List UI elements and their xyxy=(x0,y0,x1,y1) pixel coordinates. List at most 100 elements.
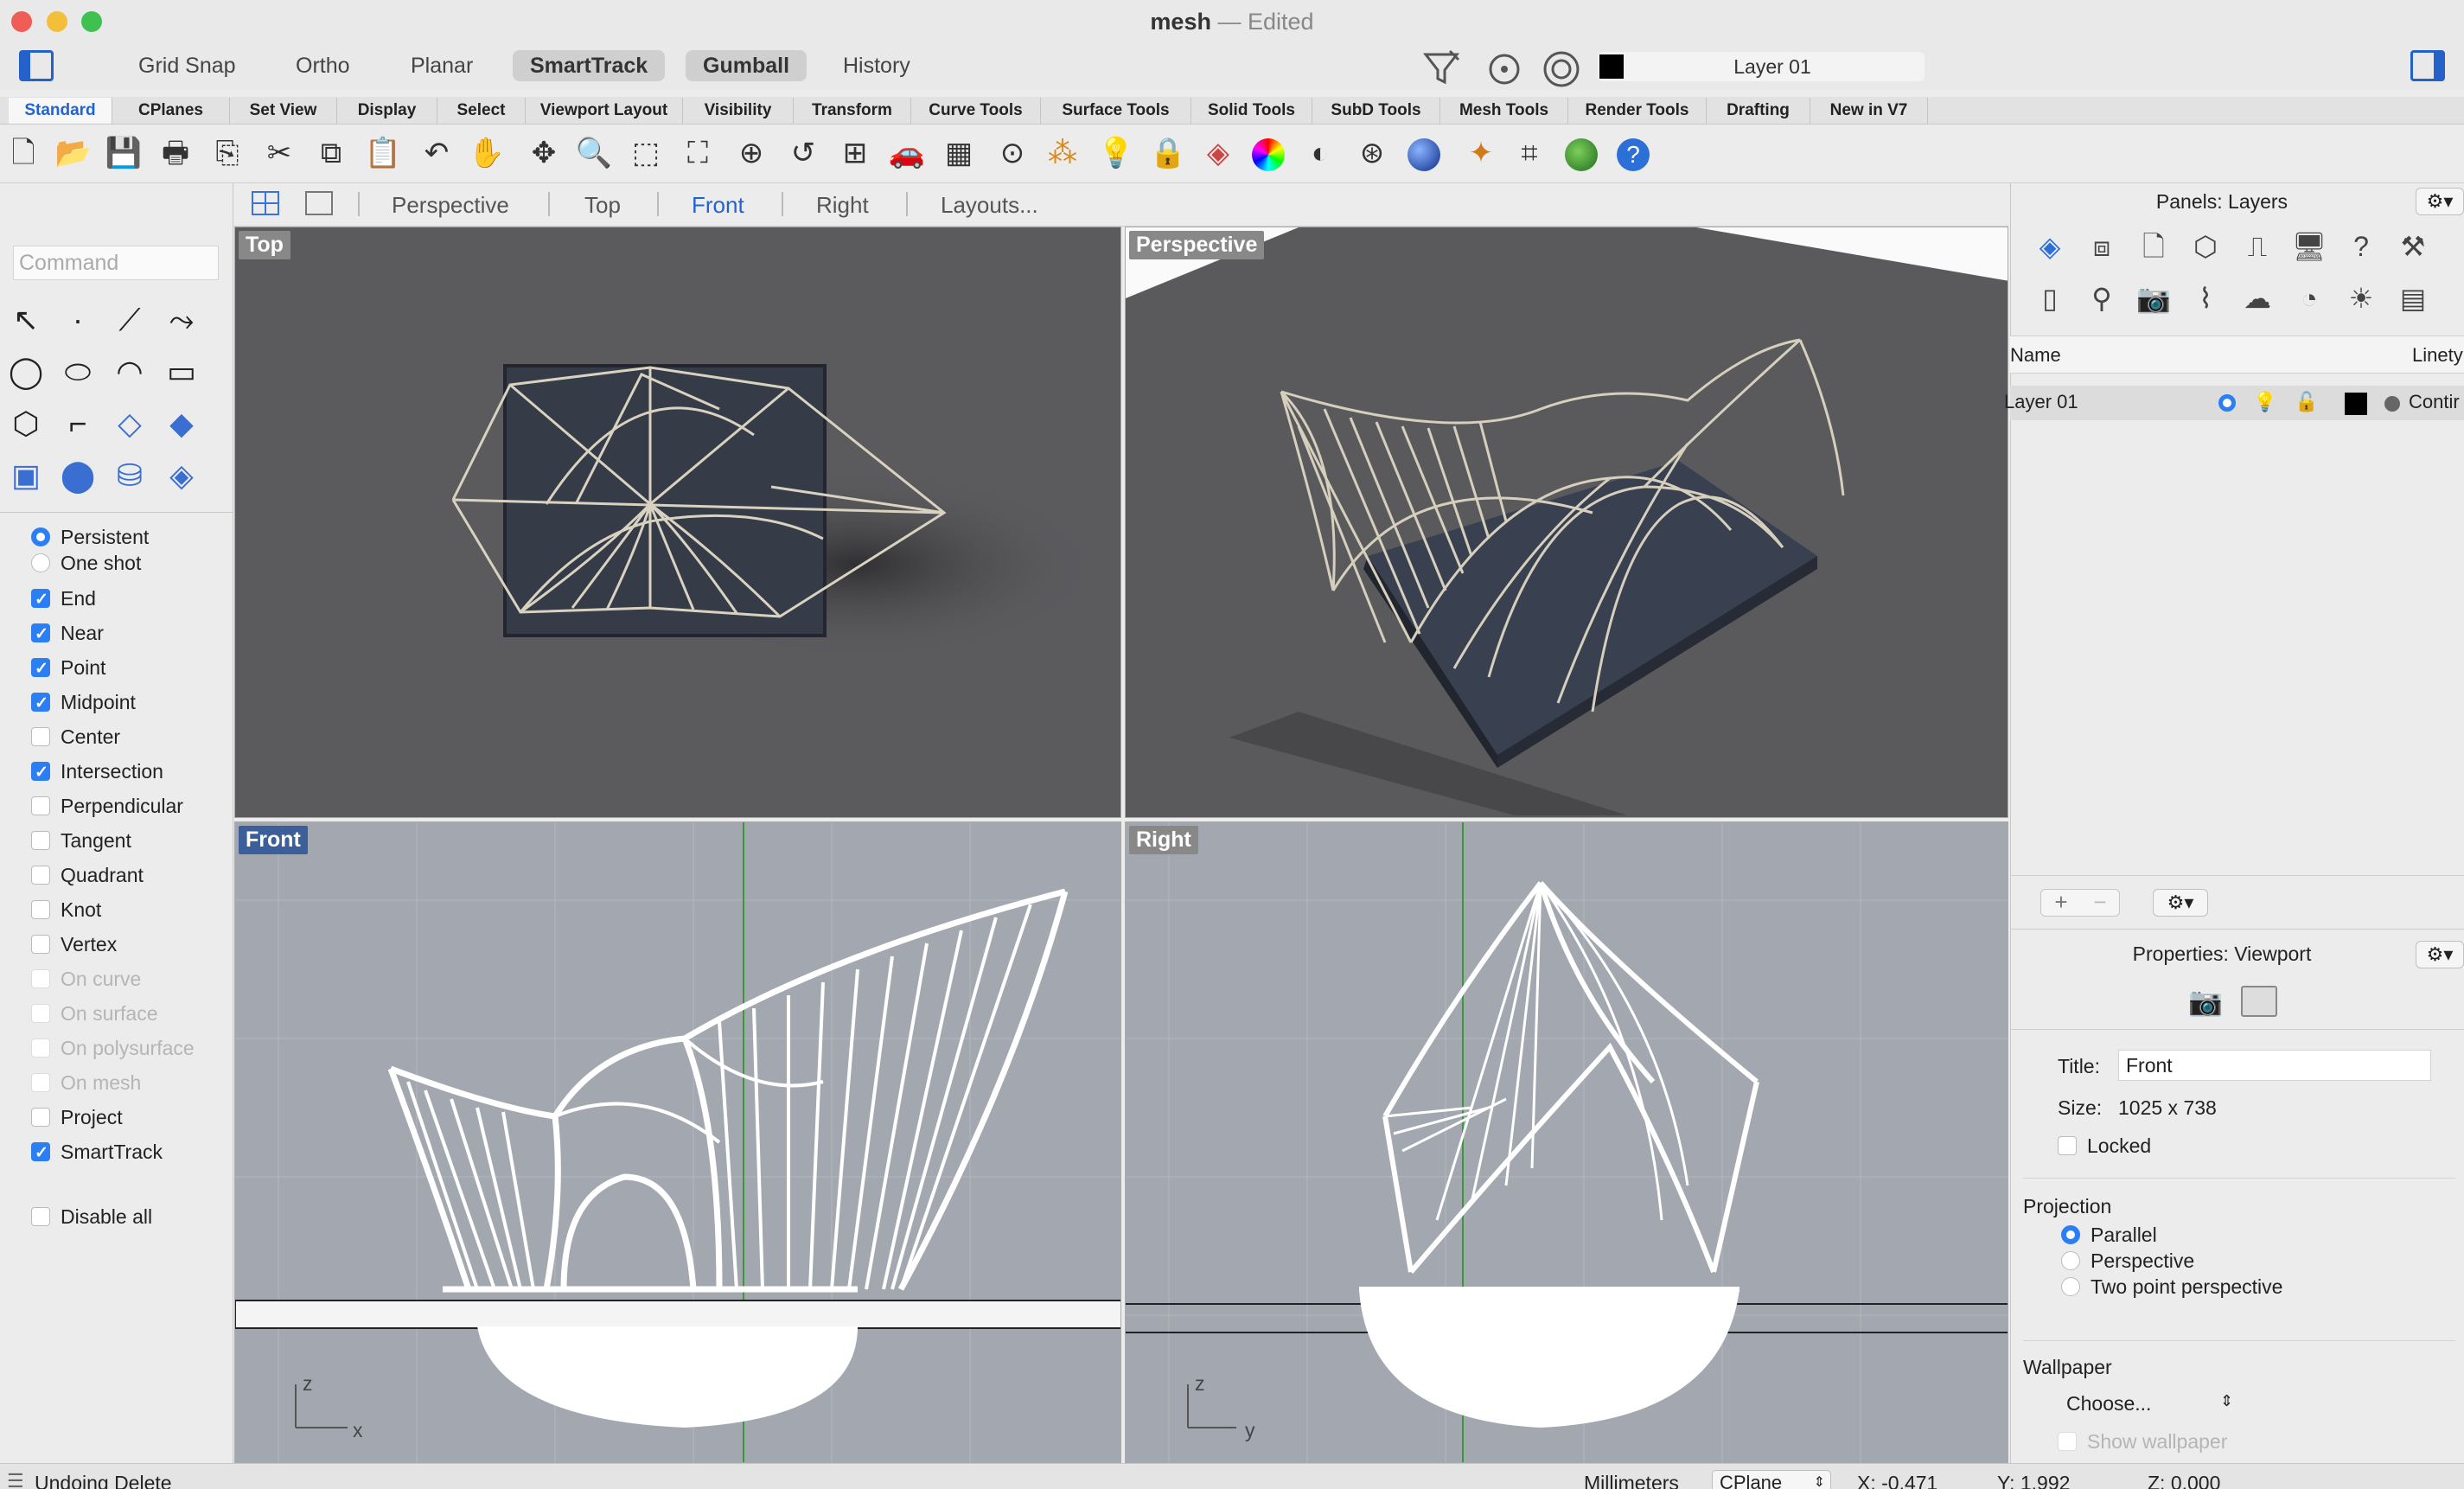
help-icon[interactable]: ? xyxy=(1613,133,1653,173)
mesh-tool-icon[interactable]: ◈ xyxy=(159,453,204,498)
checkbox-box[interactable] xyxy=(31,796,50,815)
box-tool-icon[interactable]: ▣ xyxy=(3,453,48,498)
layer-actions-gear-icon[interactable]: ⚙▾ xyxy=(2153,889,2208,917)
history-toggle[interactable]: History xyxy=(826,50,928,81)
gumball-toggle[interactable]: Gumball xyxy=(686,50,808,81)
checkbox-box[interactable] xyxy=(31,1073,50,1092)
sidebar-right-toggle-icon[interactable] xyxy=(2410,50,2445,81)
tab-drafting[interactable]: Drafting xyxy=(1707,98,1810,124)
selection-filter-icon[interactable] xyxy=(1422,48,1462,87)
materials-panel-icon[interactable]: ⌇ xyxy=(2186,278,2225,318)
history-list-icon[interactable]: ☰ xyxy=(7,1470,24,1489)
rendered-sphere-icon[interactable] xyxy=(1404,133,1444,173)
tab-surface-tools[interactable]: Surface Tools xyxy=(1041,98,1191,124)
layers-panel-icon[interactable]: ◈ xyxy=(2030,227,2070,266)
point-tool-icon[interactable]: · xyxy=(55,297,100,342)
help-panel-icon[interactable]: ? xyxy=(2341,227,2381,266)
rectangle-tool-icon[interactable]: ▭ xyxy=(159,349,204,394)
smarttrack-toggle[interactable]: SmartTrack xyxy=(513,50,666,81)
osnap-target-icon[interactable] xyxy=(1487,52,1522,86)
curve-tool-icon[interactable]: ⤳ xyxy=(159,297,204,342)
polyline-tool-icon[interactable]: ⟋ xyxy=(107,297,152,342)
render-icon[interactable]: ✦ xyxy=(1461,133,1501,173)
rotate-view-icon[interactable]: ✥ xyxy=(524,133,564,173)
display-panel-icon[interactable]: 🖥 xyxy=(2289,227,2329,266)
layer-material-icon[interactable] xyxy=(2384,396,2400,412)
checkbox-box[interactable] xyxy=(31,656,50,682)
named-views-icon[interactable]: 📷 xyxy=(2134,278,2174,318)
cylinder-tool-icon[interactable]: ⛁ xyxy=(107,453,152,498)
four-viewports-icon[interactable] xyxy=(251,190,280,216)
color-wheel-icon[interactable] xyxy=(1248,133,1288,173)
polygon-tool-icon[interactable]: ⬡ xyxy=(3,401,48,446)
checkbox-box[interactable] xyxy=(31,760,50,786)
surface-tool-icon[interactable]: ◇ xyxy=(107,401,152,446)
new-file-icon[interactable]: 🗋 xyxy=(3,133,43,173)
tab-subd-tools[interactable]: SubD Tools xyxy=(1312,98,1440,124)
pan-hand-icon[interactable]: ✋ xyxy=(467,133,507,173)
tab-display[interactable]: Display xyxy=(337,98,437,124)
open-file-icon[interactable]: 📂 xyxy=(54,133,93,173)
tab-curve-tools[interactable]: Curve Tools xyxy=(911,98,1041,124)
undo-icon[interactable]: ↶ xyxy=(417,133,456,173)
checkbox-box[interactable] xyxy=(31,831,50,850)
checkbox-box[interactable] xyxy=(31,1038,50,1058)
arc-tool-icon[interactable]: ◠ xyxy=(107,349,152,394)
viewport-front[interactable]: z x Front xyxy=(234,821,1121,1463)
zoom-selected-icon[interactable]: ⊕ xyxy=(731,133,771,173)
checkbox-box[interactable] xyxy=(31,935,50,954)
zoom-window-icon[interactable]: ⬚ xyxy=(626,133,666,173)
viewport-tab-front[interactable]: Front xyxy=(692,189,744,221)
layout-panel-icon[interactable]: ⎍ xyxy=(2237,227,2277,266)
circle-tool-icon[interactable]: ◯ xyxy=(3,349,48,394)
tab-visibility[interactable]: Visibility xyxy=(683,98,794,124)
tab-transform[interactable]: Transform xyxy=(794,98,911,124)
tab-mesh-tools[interactable]: Mesh Tools xyxy=(1440,98,1568,124)
layer-visible-bulb-icon[interactable]: 💡 xyxy=(2253,391,2276,413)
fillet-tool-icon[interactable]: ⌐ xyxy=(55,401,100,446)
viewport-top[interactable]: Top xyxy=(234,227,1121,818)
viewport-frame-icon[interactable] xyxy=(2241,986,2277,1017)
checkbox-box[interactable] xyxy=(31,969,50,988)
tab-new-in-v7[interactable]: New in V7 xyxy=(1810,98,1928,124)
car-named-view-icon[interactable]: 🚗 xyxy=(887,133,927,173)
globe-options-icon[interactable] xyxy=(1561,133,1601,173)
viewport-right[interactable]: z y Right xyxy=(1125,821,2008,1463)
light-bulb-icon[interactable]: 💡 xyxy=(1096,133,1136,173)
dimension-icon[interactable]: ⌗ xyxy=(1510,133,1549,173)
sidebar-left-toggle-icon[interactable] xyxy=(19,50,54,81)
tab-cplanes[interactable]: CPlanes xyxy=(112,98,230,124)
record-history-icon[interactable] xyxy=(1542,50,1580,88)
zoom-icon[interactable]: 🔍 xyxy=(574,133,614,173)
objects-panel-icon[interactable]: ⧈ xyxy=(2082,227,2122,266)
checkbox-box[interactable] xyxy=(31,691,50,717)
cut-icon[interactable]: ✂ xyxy=(259,133,299,173)
planar-toggle[interactable]: Planar xyxy=(393,50,490,81)
checkbox-box[interactable] xyxy=(31,727,50,746)
cplane-grid-icon[interactable]: ▦ xyxy=(939,133,979,173)
boolean-tool-icon[interactable]: ⬤ xyxy=(55,453,100,498)
tab-standard[interactable]: Standard xyxy=(9,98,112,124)
command-input[interactable] xyxy=(13,246,219,280)
add-remove-layer-buttons[interactable]: + − xyxy=(2040,889,2120,917)
block-panel-icon[interactable]: ⬡ xyxy=(2186,227,2225,266)
import-icon[interactable]: ⎘ xyxy=(207,133,247,173)
notes-panel-icon[interactable]: ▯ xyxy=(2030,278,2070,318)
select-points-icon[interactable]: ⁂ xyxy=(1043,133,1082,173)
zoom-extents-icon[interactable]: ⛶ xyxy=(678,133,718,173)
viewport-tab-top[interactable]: Top xyxy=(584,189,621,221)
sun-panel-icon[interactable]: ☀ xyxy=(2341,278,2381,318)
properties-options-gear-icon[interactable]: ⚙▾ xyxy=(2416,941,2464,968)
viewport-tab-right[interactable]: Right xyxy=(816,189,869,221)
cplane-select[interactable]: CPlane ⇕ xyxy=(1712,1470,1831,1489)
viewport-tab-layouts[interactable]: Layouts... xyxy=(941,189,1038,221)
environment-panel-icon[interactable]: ☁ xyxy=(2237,278,2277,318)
tab-render-tools[interactable]: Render Tools xyxy=(1568,98,1707,124)
checkbox-box[interactable] xyxy=(31,1004,50,1023)
current-layer-indicator-icon[interactable] xyxy=(2218,394,2236,412)
single-viewport-icon[interactable] xyxy=(304,190,334,216)
extrude-tool-icon[interactable]: ◆ xyxy=(159,401,204,446)
viewport-title-field[interactable]: Front xyxy=(2118,1050,2431,1081)
checkbox-box[interactable] xyxy=(31,1108,50,1127)
layer-color-swatch[interactable] xyxy=(2345,393,2367,415)
